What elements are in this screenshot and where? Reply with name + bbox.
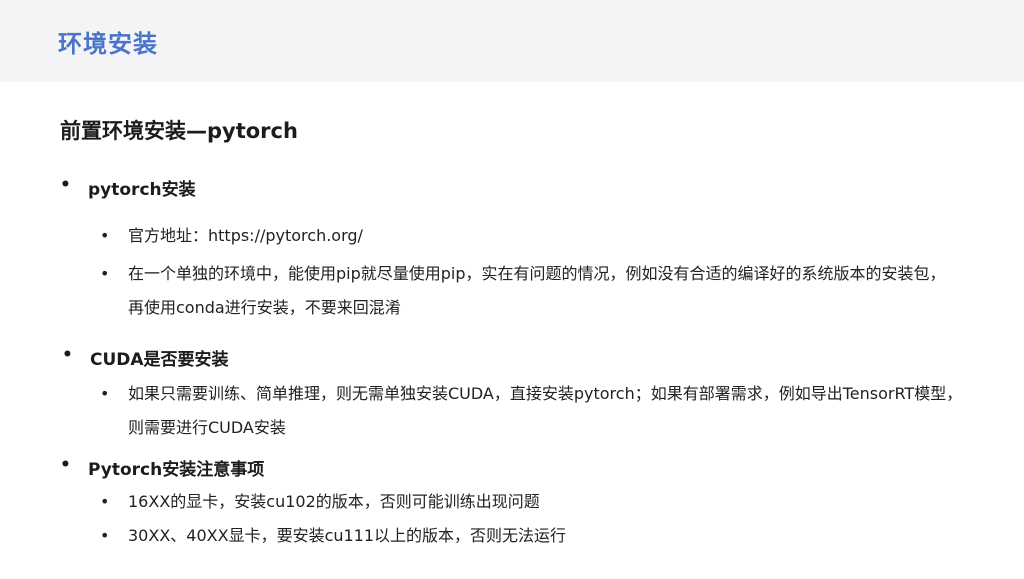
header-bar: 环境安装: [0, 0, 1024, 82]
group-heading-notes: Pytorch安装注意事项: [60, 455, 264, 480]
section-title: 前置环境安装—pytorch: [60, 119, 298, 143]
list-item: 在一个单独的环境中，能使用pip就尽量使用pip，实在有问题的情况，例如没有合适…: [100, 257, 956, 325]
list-item: 官方地址：https://pytorch.org/: [100, 219, 948, 253]
list-item: 30XX、40XX显卡，要安装cu111以上的版本，否则无法运行: [100, 519, 948, 553]
group-heading-pytorch: pytorch安装: [60, 175, 196, 200]
group-heading-cuda: CUDA是否要安装: [62, 345, 228, 370]
list-item: 如果只需要训练、简单推理，则无需单独安装CUDA，直接安装pytorch；如果有…: [100, 377, 964, 445]
header-title: 环境安装: [58, 30, 158, 58]
list-item: 16XX的显卡，安装cu102的版本，否则可能训练出现问题: [100, 485, 948, 519]
